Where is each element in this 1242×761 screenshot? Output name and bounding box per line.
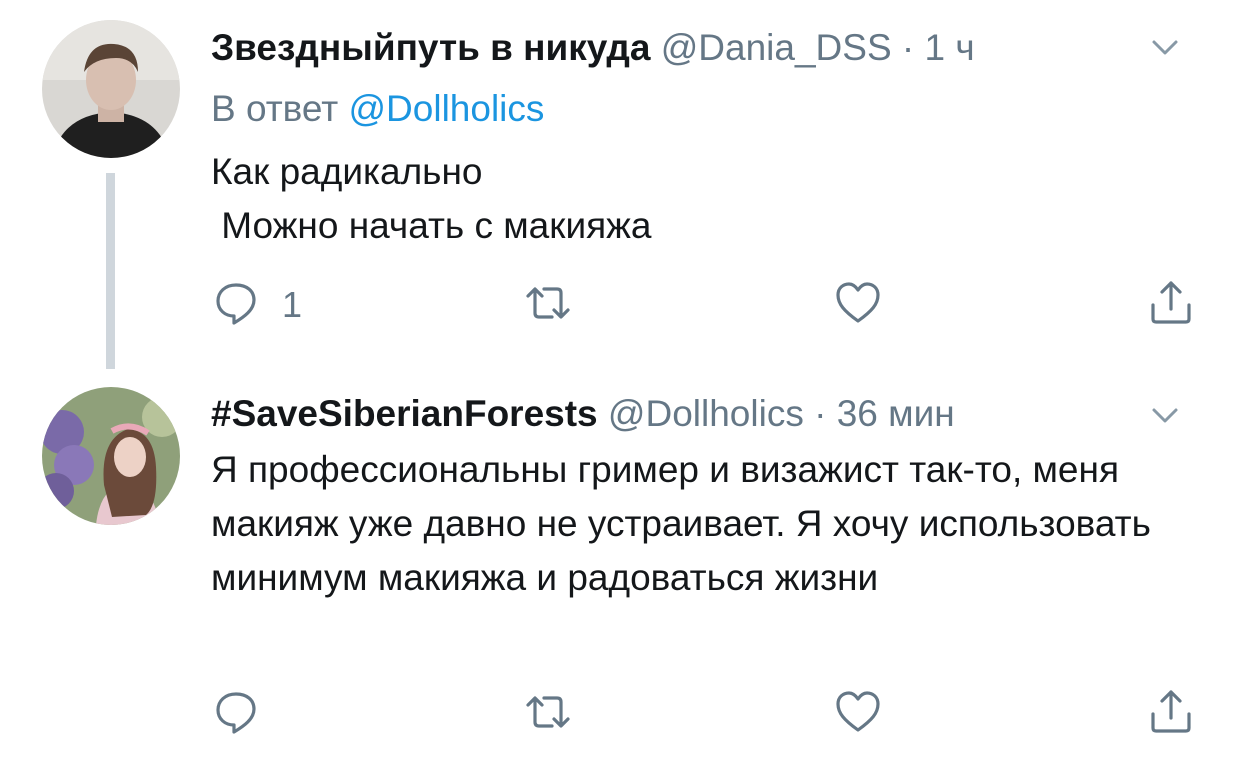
timestamp[interactable]: 1 ч bbox=[925, 27, 975, 68]
retweet-button[interactable] bbox=[524, 684, 572, 744]
chevron-down-icon[interactable] bbox=[1148, 398, 1182, 432]
retweet-button[interactable] bbox=[524, 275, 572, 335]
retweet-icon bbox=[524, 279, 572, 332]
display-name[interactable]: Звездныйпуть в никуда bbox=[211, 27, 650, 68]
like-button[interactable] bbox=[834, 684, 882, 744]
tweet-actions bbox=[0, 684, 1242, 744]
user-handle[interactable]: @Dania_DSS bbox=[661, 27, 892, 68]
reply-icon bbox=[212, 688, 260, 741]
tweet-header: #SaveSiberianForests @Dollholics · 36 ми… bbox=[211, 392, 955, 436]
share-icon bbox=[1147, 279, 1195, 332]
share-button[interactable] bbox=[1147, 275, 1195, 335]
chevron-down-icon[interactable] bbox=[1148, 30, 1182, 64]
share-icon bbox=[1147, 688, 1195, 741]
reply-icon bbox=[212, 279, 260, 332]
share-button[interactable] bbox=[1147, 684, 1195, 744]
avatar[interactable] bbox=[42, 20, 180, 158]
reply-button[interactable] bbox=[212, 684, 282, 744]
reply-count: 1 bbox=[282, 284, 303, 325]
user-handle[interactable]: @Dollholics bbox=[608, 393, 804, 434]
avatar[interactable] bbox=[42, 387, 180, 525]
tweet-text: Я профессиональны гример и визажист так-… bbox=[211, 449, 1162, 598]
thread-line bbox=[106, 173, 115, 369]
separator-dot: · bbox=[901, 27, 915, 68]
heart-icon bbox=[834, 688, 882, 741]
display-name[interactable]: #SaveSiberianForests bbox=[211, 393, 598, 434]
tweet-actions: 1 bbox=[0, 275, 1242, 335]
reply-prefix: В ответ bbox=[211, 88, 339, 129]
tweet-text: Как радикально Можно начать с макияжа bbox=[211, 151, 652, 246]
separator-dot: · bbox=[814, 393, 827, 434]
tweet-header: Звездныйпуть в никуда @Dania_DSS · 1 ч bbox=[211, 26, 975, 70]
retweet-icon bbox=[524, 688, 572, 741]
heart-icon bbox=[834, 279, 882, 332]
reply-button[interactable]: 1 bbox=[212, 275, 302, 335]
reply-mention-link[interactable]: @Dollholics bbox=[349, 88, 545, 129]
like-button[interactable] bbox=[834, 275, 882, 335]
reply-context: В ответ @Dollholics bbox=[211, 87, 544, 131]
timestamp[interactable]: 36 мин bbox=[837, 393, 955, 434]
